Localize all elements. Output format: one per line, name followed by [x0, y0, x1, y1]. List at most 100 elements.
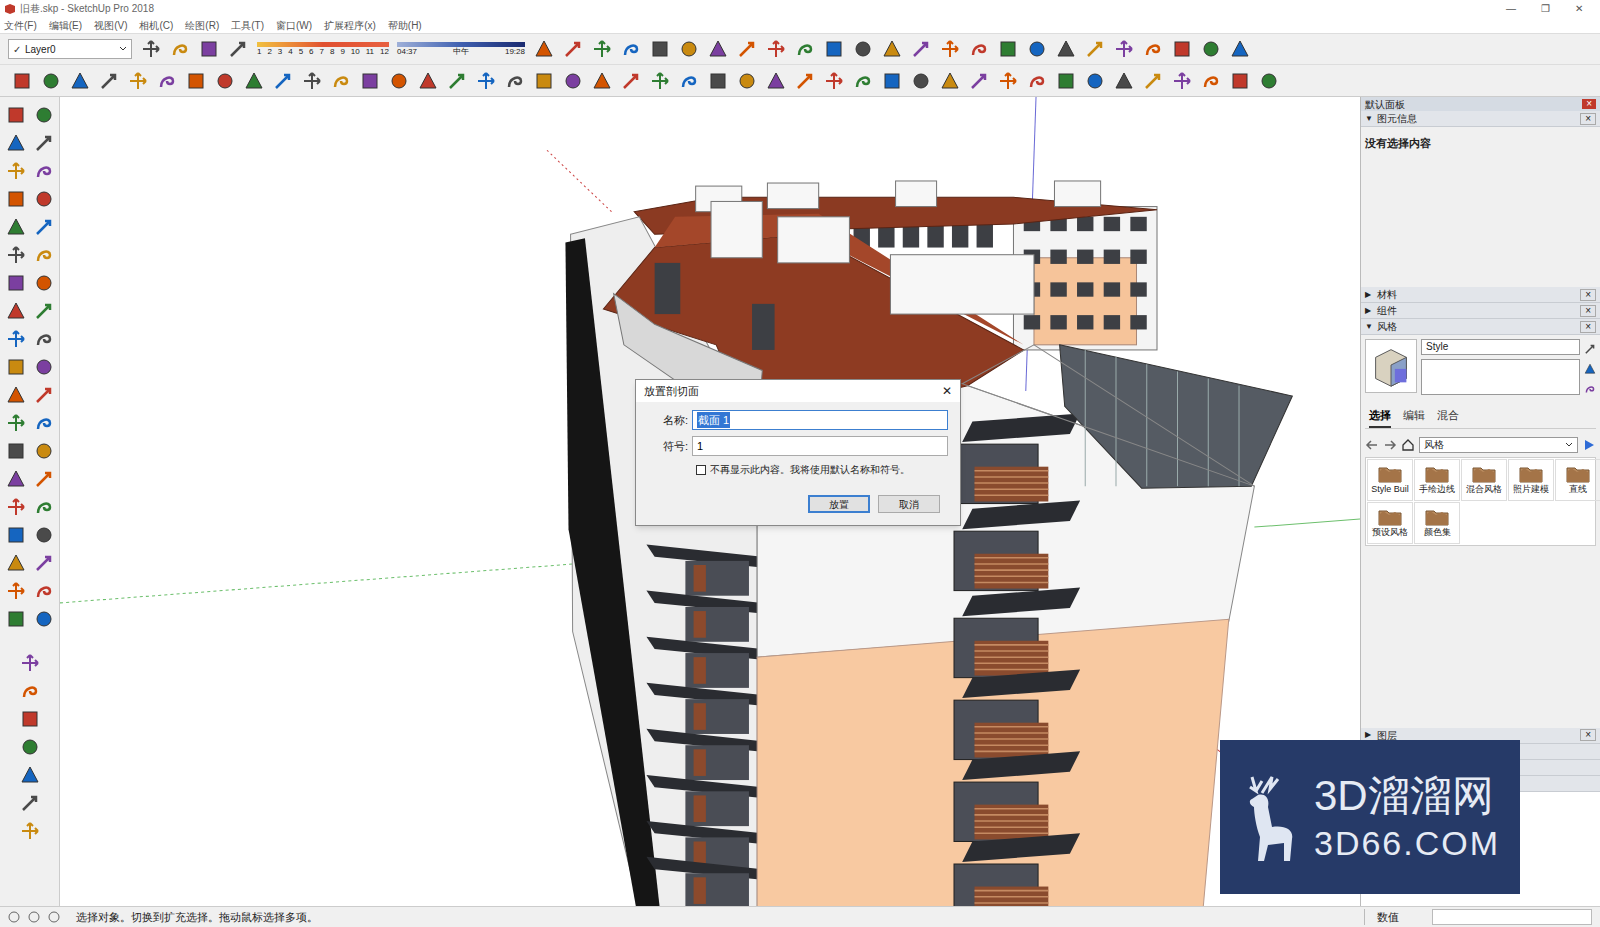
section-close[interactable]: × — [1580, 289, 1596, 301]
menu-item[interactable]: 编辑(E) — [49, 18, 82, 33]
tool-icon[interactable] — [621, 71, 641, 91]
tool-icon[interactable] — [34, 301, 54, 321]
style-thumbnail[interactable]: 预设风格 — [1367, 502, 1413, 544]
menu-item[interactable]: 窗口(W) — [276, 18, 312, 33]
tool-icon[interactable] — [34, 441, 54, 461]
tool-icon[interactable] — [708, 71, 728, 91]
tool-icon[interactable] — [679, 39, 699, 59]
tool-icon[interactable] — [244, 71, 264, 91]
tool-icon[interactable] — [34, 105, 54, 125]
tool-icon[interactable] — [911, 71, 931, 91]
tool-icon[interactable] — [621, 39, 641, 59]
tool-icon[interactable] — [331, 71, 351, 91]
tool-icon[interactable] — [6, 105, 26, 125]
tool-icon[interactable] — [157, 71, 177, 91]
window-control[interactable]: ✕ — [1562, 1, 1596, 16]
tool-icon[interactable] — [998, 39, 1018, 59]
tool-icon[interactable] — [34, 553, 54, 573]
tool-icon[interactable] — [389, 71, 409, 91]
tool-icon[interactable] — [6, 385, 26, 405]
tool-icon[interactable] — [34, 581, 54, 601]
tool-icon[interactable] — [534, 71, 554, 91]
menu-item[interactable]: 相机(C) — [139, 18, 173, 33]
tool-icon[interactable] — [302, 71, 322, 91]
tool-icon[interactable] — [20, 681, 40, 701]
tool-icon[interactable] — [1027, 71, 1047, 91]
tool-icon[interactable] — [141, 39, 161, 59]
tool-icon[interactable] — [20, 821, 40, 841]
tool-icon[interactable] — [6, 133, 26, 153]
style-thumbnail[interactable]: 照片建模 — [1508, 459, 1554, 501]
tool-icon[interactable] — [6, 609, 26, 629]
tool-icon[interactable] — [1114, 39, 1134, 59]
section-close[interactable]: × — [1580, 113, 1596, 125]
tool-icon[interactable] — [20, 709, 40, 729]
tool-icon[interactable] — [708, 39, 728, 59]
tool-icon[interactable] — [882, 39, 902, 59]
tool-icon[interactable] — [6, 301, 26, 321]
tool-icon[interactable] — [940, 71, 960, 91]
tool-icon[interactable] — [6, 329, 26, 349]
tool-icon[interactable] — [737, 71, 757, 91]
tool-icon[interactable] — [418, 71, 438, 91]
tool-icon[interactable] — [969, 39, 989, 59]
menu-item[interactable]: 绘图(R) — [185, 18, 219, 33]
tool-icon[interactable] — [34, 497, 54, 517]
tool-icon[interactable] — [6, 553, 26, 573]
menu-item[interactable]: 文件(F) — [4, 18, 37, 33]
tool-icon[interactable] — [592, 71, 612, 91]
section-close[interactable]: × — [1580, 321, 1596, 333]
tool-icon[interactable] — [20, 765, 40, 785]
tool-icon[interactable] — [6, 189, 26, 209]
tool-icon[interactable] — [1085, 39, 1105, 59]
expander-glyph[interactable]: ▼ — [1365, 113, 1377, 125]
tool-icon[interactable] — [215, 71, 235, 91]
tool-icon[interactable] — [6, 217, 26, 237]
measurements-field[interactable] — [1432, 909, 1592, 925]
tool-icon[interactable] — [99, 71, 119, 91]
tool-icon[interactable] — [1201, 39, 1221, 59]
section-close[interactable]: × — [1580, 305, 1596, 317]
tool-icon[interactable] — [1172, 39, 1192, 59]
tool-icon[interactable] — [1584, 383, 1596, 395]
tool-icon[interactable] — [70, 71, 90, 91]
tool-icon[interactable] — [505, 71, 525, 91]
tool-icon[interactable] — [34, 413, 54, 433]
tool-icon[interactable] — [998, 71, 1018, 91]
tool-icon[interactable] — [6, 581, 26, 601]
tool-icon[interactable] — [476, 71, 496, 91]
tool-icon[interactable] — [6, 441, 26, 461]
tool-icon[interactable] — [360, 71, 380, 91]
tool-icon[interactable] — [6, 273, 26, 293]
tool-icon[interactable] — [1143, 71, 1163, 91]
tool-icon[interactable] — [1230, 39, 1250, 59]
tool-icon[interactable] — [766, 39, 786, 59]
tool-icon[interactable] — [6, 469, 26, 489]
tool-icon[interactable] — [128, 71, 148, 91]
tool-icon[interactable] — [34, 189, 54, 209]
status-icon[interactable] — [8, 911, 20, 923]
tool-icon[interactable] — [969, 71, 989, 91]
tool-icon[interactable] — [1056, 39, 1076, 59]
tool-icon[interactable] — [795, 39, 815, 59]
tool-icon[interactable] — [34, 217, 54, 237]
tool-icon[interactable] — [170, 39, 190, 59]
tool-icon[interactable] — [650, 71, 670, 91]
tray-close[interactable]: × — [1582, 99, 1596, 109]
style-library-dropdown[interactable]: 风格 — [1419, 437, 1578, 453]
tool-icon[interactable] — [34, 245, 54, 265]
status-icon[interactable] — [48, 911, 60, 923]
tool-icon[interactable] — [679, 71, 699, 91]
expander-glyph[interactable]: ▶ — [1365, 289, 1377, 301]
style-tab[interactable]: 编辑 — [1403, 407, 1425, 428]
tool-icon[interactable] — [1056, 71, 1076, 91]
tool-icon[interactable] — [1143, 39, 1163, 59]
section-close[interactable]: × — [1580, 729, 1596, 741]
style-thumbnail[interactable]: 手绘边线 — [1414, 459, 1460, 501]
tool-icon[interactable] — [853, 71, 873, 91]
tool-icon[interactable] — [6, 245, 26, 265]
tool-icon[interactable] — [447, 71, 467, 91]
tool-icon[interactable] — [20, 737, 40, 757]
tool-icon[interactable] — [6, 413, 26, 433]
tool-icon[interactable] — [34, 161, 54, 181]
